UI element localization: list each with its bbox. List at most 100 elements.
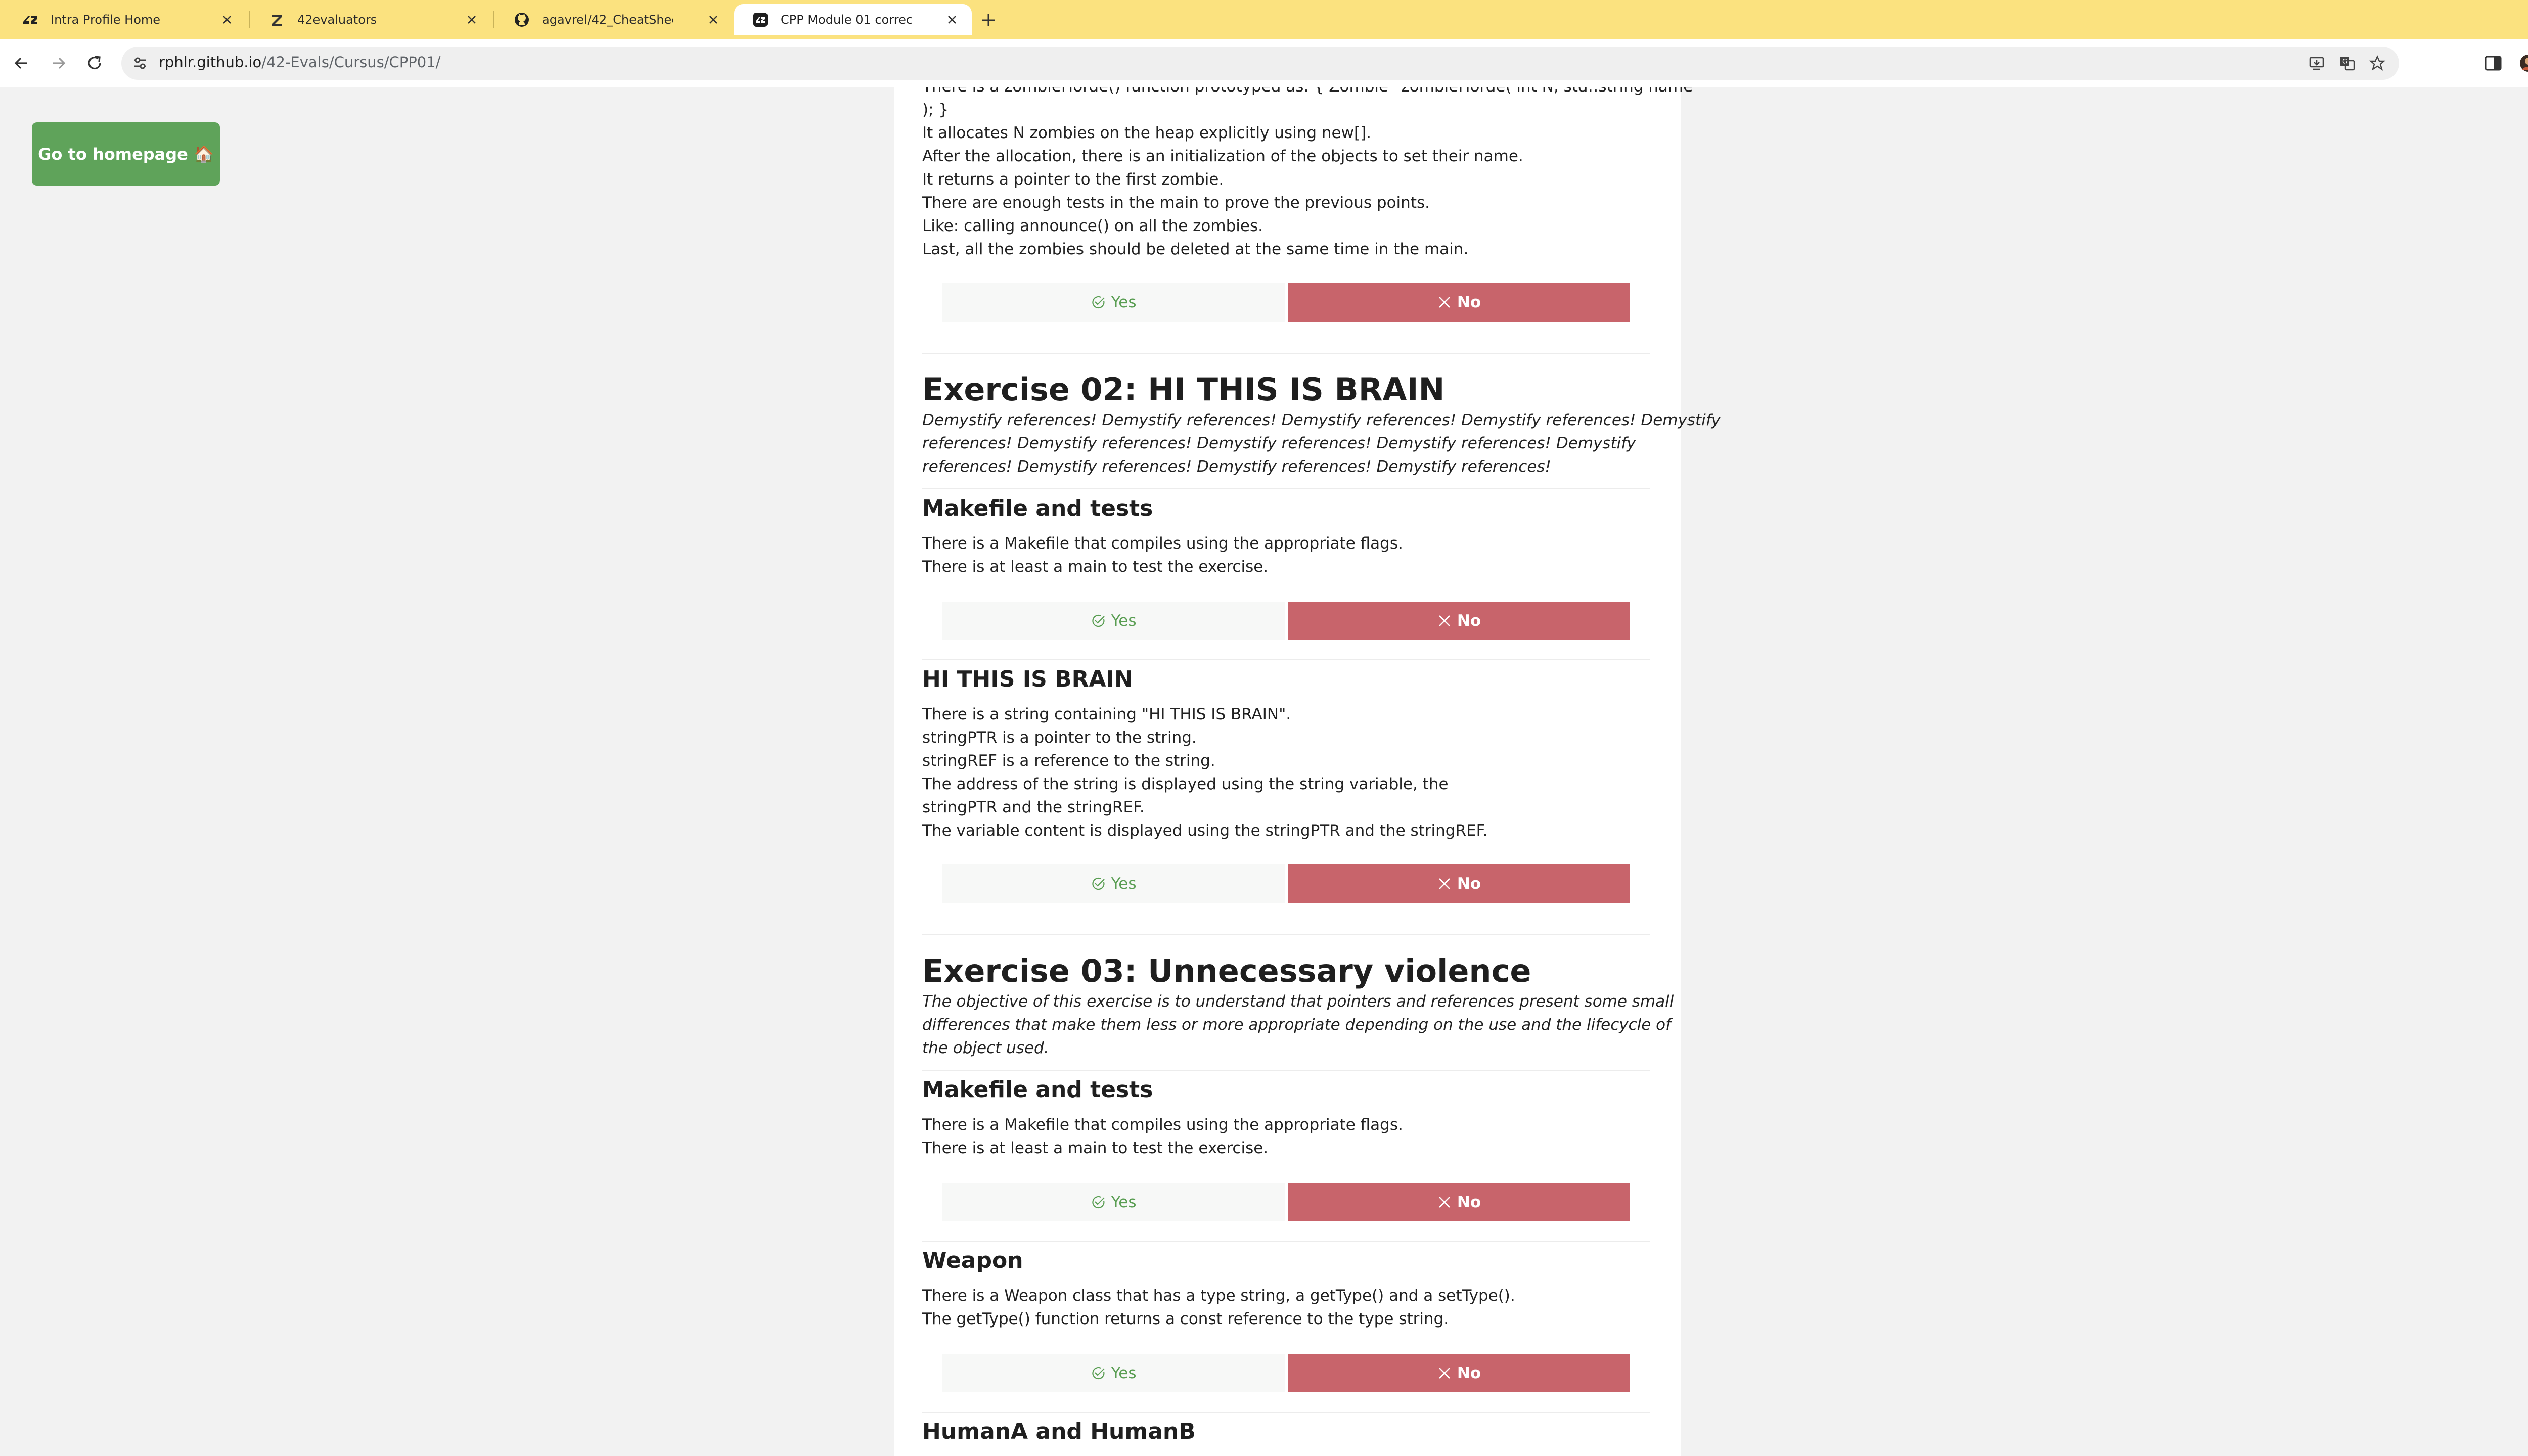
tab-title: CPP Module 01 correction: [781, 13, 912, 27]
tab-cpp-module-01[interactable]: CPP Module 01 correction: [734, 4, 972, 35]
x-icon: [1438, 615, 1450, 626]
intro-line: There are enough tests in the main to pr…: [922, 194, 1430, 212]
section-heading: Makefile and tests: [922, 495, 1153, 521]
check-circle-icon: [1092, 877, 1105, 890]
check-circle-icon: [1092, 296, 1105, 309]
no-label: No: [1457, 612, 1481, 630]
42-evals-icon: [753, 13, 768, 27]
tab-strip: Intra Profile Home 42evaluators agavrel/…: [0, 0, 2528, 39]
section-line: stringPTR is a pointer to the string.: [922, 729, 1197, 747]
x-icon: [1438, 297, 1450, 308]
yes-button[interactable]: Yes: [942, 283, 1285, 322]
section-line: There is a Weapon class that has a type …: [922, 1287, 1515, 1305]
install-app-icon[interactable]: [2308, 55, 2325, 72]
no-button[interactable]: No: [1288, 1183, 1630, 1221]
exercise-03-description: The objective of this exercise is to und…: [922, 992, 1674, 1011]
yes-label: Yes: [1111, 612, 1137, 630]
evaluation-content: There is a zombieHorde() function protot…: [894, 87, 1721, 1456]
tab-title: Intra Profile Home: [51, 13, 161, 27]
no-label: No: [1457, 1364, 1481, 1382]
tab-title: agavrel/42_CheatSheet: A co: [542, 13, 673, 27]
grade-buttons: Yes No: [942, 283, 1630, 322]
profile-avatar-icon[interactable]: [2518, 53, 2528, 74]
intro-line: Like: calling announce() on all the zomb…: [922, 217, 1263, 235]
close-tab-icon[interactable]: [464, 12, 479, 27]
divider: [922, 934, 1650, 935]
exercise-03-description: the object used.: [922, 1039, 1049, 1057]
section-line: stringREF is a reference to the string.: [922, 752, 1215, 770]
github-icon: [515, 13, 529, 27]
x-icon: [1438, 1368, 1450, 1379]
yes-button[interactable]: Yes: [942, 864, 1285, 903]
42-logo-icon: [23, 16, 37, 24]
url-host: rphlr.github.io: [159, 54, 262, 71]
page-viewport: Go to homepage 🏠 There is a zombieHorde(…: [0, 87, 2528, 1456]
grade-buttons: Yes No: [942, 864, 1630, 903]
section-line: There is at least a main to test the exe…: [922, 1139, 1269, 1157]
tab-42evaluators[interactable]: 42evaluators: [251, 4, 491, 35]
divider: [922, 659, 1650, 660]
url-path: /42-Evals/Cursus/CPP01/: [261, 54, 441, 71]
tab-title: 42evaluators: [297, 13, 377, 27]
yes-button[interactable]: Yes: [942, 602, 1285, 640]
section-line: There is a string containing "HI THIS IS…: [922, 705, 1291, 723]
no-button[interactable]: No: [1288, 602, 1630, 640]
intro-line: After the allocation, there is an initia…: [922, 147, 1523, 165]
site-settings-icon[interactable]: [131, 55, 149, 72]
bookmark-star-icon[interactable]: [2369, 55, 2386, 72]
yes-label: Yes: [1111, 293, 1137, 311]
section-line: There is a Makefile that compiles using …: [922, 1116, 1403, 1134]
yes-button[interactable]: Yes: [942, 1183, 1285, 1221]
exercise-02-description: references! Demystify references! Demyst…: [922, 458, 1551, 476]
intro-line: ); }: [922, 101, 949, 119]
tab-intra-profile[interactable]: Intra Profile Home: [4, 4, 247, 35]
divider: [922, 1241, 1650, 1242]
grade-buttons: Yes No: [942, 1354, 1630, 1392]
back-arrow-icon[interactable]: [10, 52, 33, 75]
section-line: There is at least a main to test the exe…: [922, 558, 1269, 576]
close-tab-icon[interactable]: [219, 12, 235, 27]
yes-label: Yes: [1111, 1364, 1137, 1382]
intro-line: It allocates N zombies on the heap expli…: [922, 124, 1372, 142]
no-button[interactable]: No: [1288, 864, 1630, 903]
check-circle-icon: [1092, 614, 1105, 627]
divider: [922, 1412, 1650, 1413]
section-line: stringPTR and the stringREF.: [922, 798, 1145, 816]
grade-buttons: Yes No: [942, 1183, 1630, 1221]
intro-line: Last, all the zombies should be deleted …: [922, 240, 1469, 258]
no-button[interactable]: No: [1288, 1354, 1630, 1392]
exercise-02-description: references! Demystify references! Demyst…: [922, 434, 1636, 452]
translate-icon[interactable]: G: [2338, 55, 2356, 72]
section-line: The getType() function returns a const r…: [922, 1310, 1449, 1328]
address-bar[interactable]: rphlr.github.io/42-Evals/Cursus/CPP01/ G: [121, 47, 2399, 80]
no-button[interactable]: No: [1288, 283, 1630, 322]
section-line: The variable content is displayed using …: [922, 822, 1488, 840]
x-icon: [1438, 878, 1450, 889]
evaluators-icon: [272, 15, 282, 26]
section-heading: Makefile and tests: [922, 1077, 1153, 1103]
no-label: No: [1457, 875, 1481, 893]
yes-button[interactable]: Yes: [942, 1354, 1285, 1392]
forward-arrow-icon[interactable]: [47, 52, 70, 75]
side-panel-icon[interactable]: [2482, 53, 2504, 74]
section-heading: Weapon: [922, 1248, 1023, 1273]
close-tab-icon[interactable]: [706, 12, 721, 27]
x-icon: [1438, 1197, 1450, 1208]
reload-icon[interactable]: [83, 52, 106, 75]
go-to-homepage-button[interactable]: Go to homepage 🏠: [32, 122, 220, 186]
tab-cheatsheet[interactable]: agavrel/42_CheatSheet: A co: [495, 4, 733, 35]
yes-label: Yes: [1111, 875, 1137, 893]
tab-separator: [493, 11, 494, 28]
divider: [922, 353, 1650, 354]
intro-line: It returns a pointer to the first zombie…: [922, 170, 1224, 189]
no-label: No: [1457, 1193, 1481, 1211]
exercise-03-title: Exercise 03: Unnecessary violence: [922, 952, 1531, 989]
intro-line: There is a zombieHorde() function protot…: [922, 87, 1693, 98]
yes-label: Yes: [1111, 1193, 1137, 1211]
section-line: The address of the string is displayed u…: [922, 775, 1449, 793]
grade-buttons: Yes No: [942, 602, 1630, 640]
exercise-02-description: Demystify references! Demystify referenc…: [922, 411, 1721, 429]
close-tab-icon[interactable]: [944, 12, 960, 27]
exercise-03-description: differences that make them less or more …: [922, 1016, 1672, 1034]
new-tab-icon[interactable]: [978, 10, 999, 30]
